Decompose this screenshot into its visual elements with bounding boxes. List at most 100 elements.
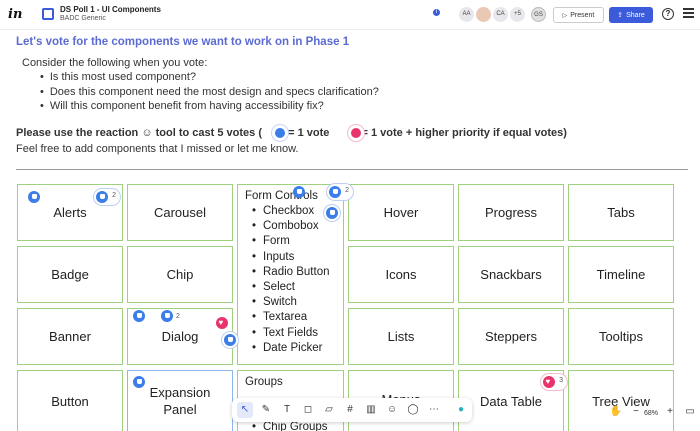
thumbs-up-icon (326, 207, 338, 219)
board-icon (42, 8, 54, 20)
card-label: Expansion (149, 385, 211, 400)
reaction-pill[interactable]: 2 (327, 184, 353, 200)
heart-icon[interactable] (216, 317, 228, 329)
present-label: Present (570, 11, 595, 19)
form-controls-list: Checkbox Combobox Form Inputs Radio Butt… (245, 204, 336, 356)
select-tool-icon[interactable]: ↖ (237, 402, 253, 418)
card-tabs[interactable]: Tabs (568, 184, 674, 241)
zoom-level[interactable]: 68% (644, 410, 658, 417)
ai-assistant-icon[interactable]: ● (453, 402, 469, 418)
info-icon[interactable]: i (433, 9, 440, 16)
list-item: Combobox (252, 219, 336, 234)
card-tooltips[interactable]: Tooltips (568, 308, 674, 365)
card-badge[interactable]: Badge (17, 246, 123, 303)
reaction-heart-text: = 1 vote + higher priority if equal vote… (361, 127, 567, 139)
invision-logo[interactable]: in (8, 7, 22, 22)
list-item: Does this component need the most design… (40, 85, 379, 100)
card-progress[interactable]: Progress (458, 184, 564, 241)
reaction-pill[interactable]: 2 (94, 189, 120, 205)
list-item: Radio Button (252, 265, 336, 280)
list-item: Date Picker (252, 341, 336, 356)
share-button[interactable]: ⇪ Share (609, 7, 653, 23)
card-label: Banner (49, 329, 91, 344)
card-label: Panel (163, 402, 197, 417)
card-snackbars[interactable]: Snackbars (458, 246, 564, 303)
zoom-controls: ✋ − 68% + ▭ (604, 404, 700, 424)
reaction-pill[interactable]: 3 (541, 374, 567, 390)
avatar[interactable]: CA (493, 7, 508, 22)
shape-tool-icon[interactable]: ◻ (300, 402, 316, 418)
criteria-list: Is this most used component? Does this c… (40, 70, 379, 114)
play-icon: ▷ (562, 12, 568, 19)
reaction-instructions: Please use the reaction ☺ tool to cast 5… (16, 127, 567, 139)
card-button[interactable]: Button (17, 370, 123, 431)
thumbs-up-icon[interactable] (293, 186, 305, 198)
help-icon[interactable]: ? (662, 8, 674, 20)
reaction-tool-icon: ☺ (141, 127, 153, 139)
zoom-out-icon[interactable]: − (628, 404, 644, 420)
reaction-count: 2 (345, 187, 349, 194)
list-item: Is this most used component? (40, 70, 379, 85)
card-label: Dialog (161, 329, 199, 344)
card-label: Data Table (480, 393, 542, 409)
sticky-note-icon[interactable]: ▱ (321, 402, 337, 418)
thumbs-up-icon[interactable] (161, 310, 173, 322)
card-label: Lists (387, 329, 415, 344)
avatar-current-user[interactable]: GS (531, 7, 546, 22)
card-carousel[interactable]: Carousel (127, 184, 233, 241)
reaction-ring[interactable] (324, 205, 340, 221)
thumbs-up-icon (224, 334, 236, 346)
card-hover[interactable]: Hover (348, 184, 454, 241)
card-label: Button (51, 393, 89, 409)
card-lists[interactable]: Lists (348, 308, 454, 365)
present-button[interactable]: ▷ Present (553, 7, 604, 23)
card-chip[interactable]: Chip (127, 246, 233, 303)
thumbs-up-icon (96, 191, 108, 203)
board-title[interactable]: DS Poll 1 - UI Components (60, 5, 161, 14)
list-item: Select (252, 280, 336, 295)
avatar[interactable]: AA (459, 7, 474, 22)
thumbs-up-icon[interactable] (133, 376, 145, 388)
reaction-like-text: = 1 vote (288, 127, 330, 139)
thumbs-up-icon[interactable] (133, 310, 145, 322)
card-timeline[interactable]: Timeline (568, 246, 674, 303)
heart-icon (348, 125, 364, 141)
widget-tool-icon[interactable]: ▥ (363, 402, 379, 418)
comment-tool-icon[interactable]: ◯ (405, 402, 421, 418)
card-icons[interactable]: Icons (348, 246, 454, 303)
card-steppers[interactable]: Steppers (458, 308, 564, 365)
list-item: Textarea (252, 310, 336, 325)
menu-icon[interactable] (683, 8, 694, 19)
frame-tool-icon[interactable]: # (342, 402, 358, 418)
zoom-in-icon[interactable]: + (662, 404, 678, 420)
card-heading: Groups (245, 376, 283, 388)
hand-tool-icon[interactable]: ✋ (608, 404, 624, 420)
more-tools-icon[interactable]: ⋯ (426, 402, 442, 418)
text-tool-icon[interactable]: T (279, 402, 295, 418)
reaction-count: 3 (559, 377, 563, 384)
card-label: Icons (385, 267, 417, 282)
board-subtitle[interactable]: BADC Generic (60, 15, 106, 22)
page-heading: Let's vote for the components we want to… (16, 36, 350, 48)
pen-tool-icon[interactable]: ✎ (258, 402, 274, 418)
list-item: Text Fields (252, 326, 336, 341)
reaction-text-mid: tool to cast 5 votes ( (155, 127, 262, 139)
card-label: Steppers (484, 329, 538, 344)
card-banner[interactable]: Banner (17, 308, 123, 365)
card-label: Tabs (607, 205, 635, 220)
reaction-ring[interactable] (222, 332, 238, 348)
thumbs-up-icon (272, 125, 288, 141)
thumbs-up-icon[interactable] (28, 191, 40, 203)
card-label: Alerts (53, 205, 87, 220)
list-item: Will this component benefit from having … (40, 99, 379, 114)
list-item: Inputs (252, 250, 336, 265)
card-label: Tooltips (598, 329, 644, 344)
intro-text: Consider the following when you vote: (22, 57, 208, 69)
avatar-photo[interactable] (476, 7, 491, 22)
top-bar: in DS Poll 1 - UI Components BADC Generi… (0, 0, 700, 30)
chat-panel-icon[interactable]: ▭ (682, 404, 698, 420)
reaction-tool-icon[interactable]: ☺ (384, 402, 400, 418)
thumbs-up-icon (329, 186, 341, 198)
avatar-more[interactable]: +5 (510, 7, 525, 22)
card-label: Badge (51, 267, 89, 282)
